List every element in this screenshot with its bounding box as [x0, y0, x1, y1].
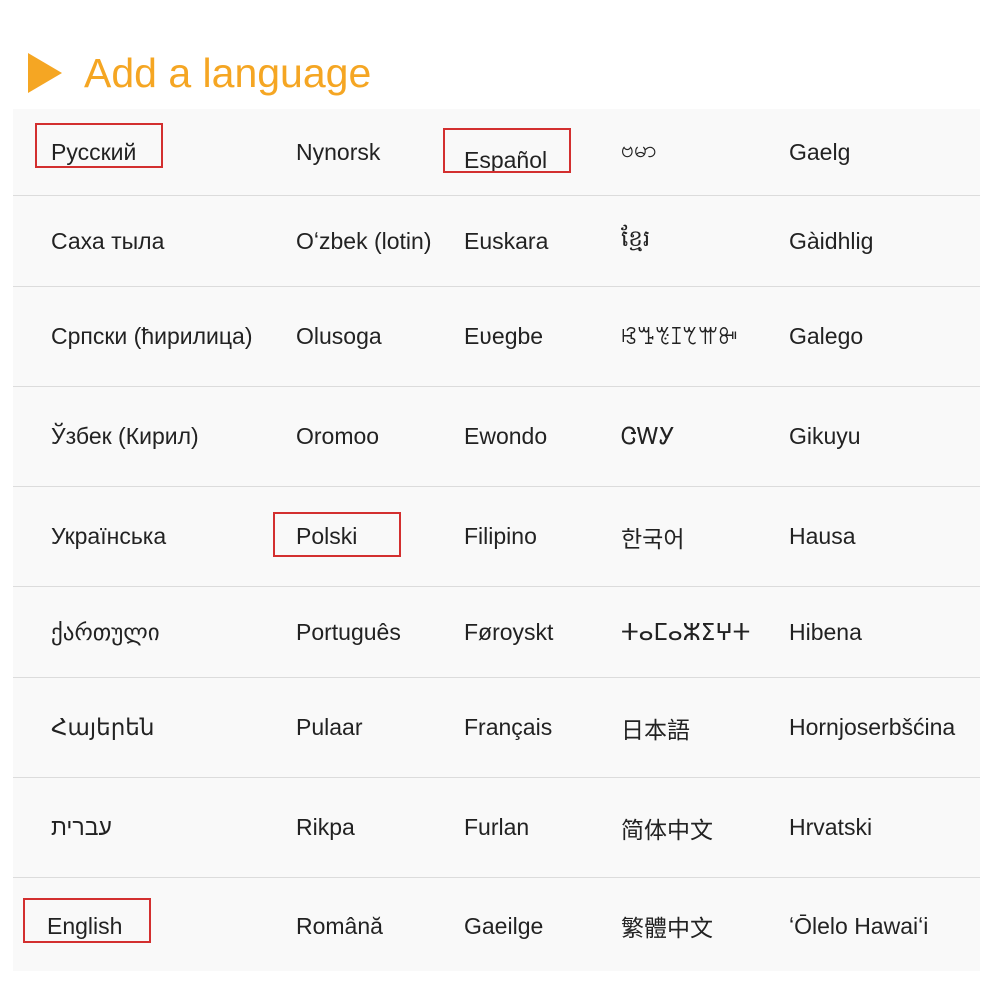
language-picker-page: Add a language Русский Nynorsk Español ဗ…	[0, 0, 1000, 1000]
language-item-soga[interactable]: Olusoga	[296, 287, 382, 386]
language-item-burmese[interactable]: ဗမာ	[621, 109, 657, 195]
language-item-hawaiian[interactable]: ʻŌlelo Hawaiʻi	[789, 878, 928, 974]
language-item-khmer[interactable]: ខ្មែរ	[621, 196, 650, 286]
language-item-romanian[interactable]: Română	[296, 878, 383, 974]
language-item-serbian-cyrillic[interactable]: Српски (ћирилица)	[51, 287, 253, 386]
language-item-oromo[interactable]: Oromoo	[296, 387, 379, 486]
language-item-uzbek-cyrillic[interactable]: Ўзбек (Кирил)	[51, 387, 199, 486]
language-row: English Română Gaeilge 繁體中文 ʻŌlelo Hawai…	[13, 878, 980, 974]
language-row: Ўзбек (Кирил) Oromoo Ewondo ᏣᎳᎩ Gikuyu	[13, 387, 980, 487]
language-item-ewe[interactable]: Eʋegbe	[464, 287, 543, 386]
language-item-scottish-gaelic[interactable]: Gàidhlig	[789, 196, 873, 286]
language-item-polish[interactable]: Polski	[296, 487, 357, 586]
language-item-armenian[interactable]: Հայերեն	[51, 678, 154, 777]
language-row: עברית Rikpa Furlan 简体中文 Hrvatski	[13, 778, 980, 878]
language-item-cherokee[interactable]: ᏣᎳᎩ	[621, 387, 675, 486]
language-item-ukrainian[interactable]: Українська	[51, 487, 166, 586]
language-item-hausa[interactable]: Hausa	[789, 487, 855, 586]
page-title: Add a language	[84, 49, 372, 96]
language-row: Саха тыла Oʻzbek (lotin) Euskara ខ្មែរ G…	[13, 196, 980, 287]
page-header: Add a language	[28, 48, 371, 98]
language-grid: Русский Nynorsk Español ဗမာ Gaelg Саха т…	[13, 109, 980, 971]
language-item-nynorsk[interactable]: Nynorsk	[296, 109, 380, 195]
language-item-korean[interactable]: 한국어	[621, 487, 684, 586]
language-item-russian[interactable]: Русский	[51, 109, 136, 195]
language-item-ewondo[interactable]: Ewondo	[464, 387, 547, 486]
language-row: Русский Nynorsk Español ဗမာ Gaelg	[13, 109, 980, 196]
language-item-fulah[interactable]: Pulaar	[296, 678, 362, 777]
language-item-hebrew[interactable]: עברית	[51, 778, 112, 877]
language-row: ქართული Português Føroyskt ⵜⴰⵎⴰⵣⵉⵖⵜ Hibe…	[13, 587, 980, 678]
language-item-croatian[interactable]: Hrvatski	[789, 778, 872, 877]
language-item-portuguese[interactable]: Português	[296, 587, 401, 677]
language-item-bena[interactable]: Hibena	[789, 587, 862, 677]
language-item-uzbek-latin[interactable]: Oʻzbek (lotin)	[296, 196, 431, 286]
language-item-vai[interactable]: ꕙꔤꔳꕯꕎꕌꔻ	[621, 287, 738, 386]
language-row: Հայերեն Pulaar Français 日本語 Hornjoserbšć…	[13, 678, 980, 778]
language-item-manx[interactable]: Gaelg	[789, 109, 850, 195]
language-item-filipino[interactable]: Filipino	[464, 487, 537, 586]
language-item-kikuyu[interactable]: Gikuyu	[789, 387, 861, 486]
language-item-spanish[interactable]: Español	[464, 109, 547, 203]
language-item-french[interactable]: Français	[464, 678, 552, 777]
language-item-rikpa[interactable]: Rikpa	[296, 778, 355, 877]
language-item-upper-sorbian[interactable]: Hornjoserbšćina	[789, 678, 955, 777]
language-row: Українська Polski Filipino 한국어 Hausa	[13, 487, 980, 587]
language-item-sakha[interactable]: Саха тыла	[51, 196, 164, 286]
language-row: Српски (ћирилица) Olusoga Eʋegbe ꕙꔤꔳꕯꕎꕌꔻ…	[13, 287, 980, 387]
language-item-basque[interactable]: Euskara	[464, 196, 548, 286]
language-item-tamazight[interactable]: ⵜⴰⵎⴰⵣⵉⵖⵜ	[621, 587, 750, 677]
language-item-chinese-traditional[interactable]: 繁體中文	[621, 878, 713, 974]
language-item-irish[interactable]: Gaeilge	[464, 878, 543, 974]
language-item-faroese[interactable]: Føroyskt	[464, 587, 553, 677]
language-item-chinese-simplified[interactable]: 简体中文	[621, 778, 713, 877]
language-item-friulian[interactable]: Furlan	[464, 778, 529, 877]
play-arrow-icon	[28, 53, 62, 93]
language-item-galician[interactable]: Galego	[789, 287, 863, 386]
language-item-georgian[interactable]: ქართული	[51, 587, 160, 677]
language-item-english[interactable]: English	[47, 878, 122, 974]
language-item-japanese[interactable]: 日本語	[621, 678, 690, 777]
